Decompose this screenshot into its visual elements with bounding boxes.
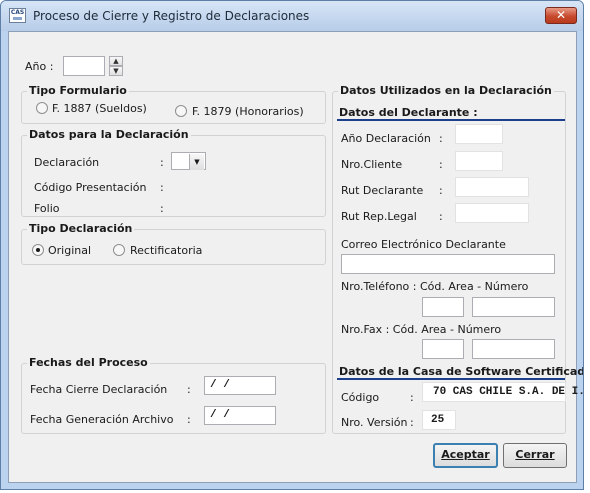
fecha-cierre-field[interactable]: / / [204,376,276,395]
aceptar-button[interactable]: Aceptar [433,443,498,468]
app-icon: CAS [9,8,26,23]
rut-declarante-label: Rut Declarante [341,184,424,197]
version-value: 25 [431,414,445,426]
f1879-radio[interactable] [175,105,187,117]
codigo-presentacion-colon: : [160,181,164,194]
correo-field[interactable] [341,254,555,274]
cerrar-button[interactable]: Cerrar [503,443,567,468]
nro-cliente-colon: : [439,158,443,171]
folio-colon: : [160,202,164,215]
folio-label: Folio [34,202,60,215]
fecha-cierre-colon: : [187,383,191,396]
tipo-formulario-group: Tipo Formulario F. 1887 (Sueldos) F. 187… [21,84,326,124]
software-header: Datos de la Casa de Software Certificada… [339,365,584,378]
datos-declaracion-group: Datos para la Declaración Declaración : … [21,128,326,217]
original-radio[interactable] [32,244,44,256]
telefono-area-field[interactable] [422,297,464,317]
datos-declaracion-title: Datos para la Declaración [27,128,191,141]
fecha-cierre-value: / / [210,379,230,391]
year-spin-down-icon[interactable]: ▼ [109,66,123,76]
codigo-value: 70 CAS CHILE S.A. DE I. [433,386,584,398]
declaracion-label: Declaración [34,156,100,169]
fecha-cierre-label: Fecha Cierre Declaración [30,383,168,396]
window-title: Proceso de Cierre y Registro de Declarac… [33,9,310,23]
year-spin-up-icon[interactable]: ▲ [109,56,123,66]
original-label: Original [48,244,92,257]
codigo-field[interactable]: 70 CAS CHILE S.A. DE I. [422,382,583,402]
dialog-body: Año : ▲ ▼ Tipo Formulario F. 1887 (Sueld… [8,31,583,483]
title-bar[interactable]: CAS Proceso de Cierre y Registro de Decl… [1,1,583,31]
telefono-label: Nro.Teléfono : Cód. Area - Número [341,280,529,293]
version-field[interactable]: 25 [422,410,456,430]
datos-utilizados-group: Datos Utilizados en la Declaración Datos… [332,84,583,434]
year-label: Año : [25,60,54,73]
datos-utilizados-title: Datos Utilizados en la Declaración [338,84,554,97]
main-window: CAS Proceso de Cierre y Registro de Decl… [0,0,584,490]
fax-area-field[interactable] [422,339,464,359]
tipo-formulario-title: Tipo Formulario [27,84,129,97]
declaracion-colon: : [160,156,164,169]
anio-declaracion-colon: : [439,132,443,145]
rut-rep-legal-field[interactable] [455,203,529,223]
nro-cliente-label: Nro.Cliente [341,158,403,171]
correo-label: Correo Electrónico Declarante [341,238,506,251]
rectificatoria-label: Rectificatoria [130,244,203,257]
fax-numero-field[interactable] [472,339,555,359]
fecha-generacion-value: / / [210,409,230,421]
rut-declarante-field[interactable] [455,177,529,197]
rut-rep-legal-label: Rut Rep.Legal [341,210,417,223]
f1879-label: F. 1879 (Honorarios) [192,105,304,118]
tipo-declaracion-title: Tipo Declaración [27,222,135,235]
rectificatoria-radio[interactable] [113,244,125,256]
fecha-generacion-label: Fecha Generación Archivo [30,413,174,426]
declarante-underline [337,119,565,121]
year-input[interactable] [63,56,105,76]
fecha-generacion-field[interactable]: / / [204,406,276,425]
codigo-colon: : [410,391,414,404]
codigo-label: Código [341,391,380,404]
fechas-proceso-title: Fechas del Proceso [27,356,150,369]
rut-rep-legal-colon: : [439,210,443,223]
declaracion-combo[interactable]: ▼ [171,152,206,170]
telefono-numero-field[interactable] [472,297,555,317]
fecha-generacion-colon: : [187,413,191,426]
declarante-header: Datos del Declarante : [339,106,478,119]
chevron-down-icon[interactable]: ▼ [189,154,204,170]
close-icon[interactable]: ✕ [545,7,577,24]
codigo-presentacion-label: Código Presentación [34,181,147,194]
anio-declaracion-field[interactable] [455,124,503,144]
fechas-proceso-group: Fechas del Proceso Fecha Cierre Declarac… [21,356,326,434]
f1887-label: F. 1887 (Sueldos) [52,102,147,115]
f1887-radio[interactable] [36,102,48,114]
tipo-declaracion-group: Tipo Declaración Original Rectificatoria [21,222,326,265]
software-underline [337,378,565,380]
anio-declaracion-label: Año Declaración [341,132,431,145]
fax-label: Nro.Fax : Cód. Area - Número [341,323,502,336]
version-colon: : [410,416,414,429]
nro-cliente-field[interactable] [455,151,503,171]
version-label: Nro. Versión [341,416,408,429]
rut-declarante-colon: : [439,184,443,197]
